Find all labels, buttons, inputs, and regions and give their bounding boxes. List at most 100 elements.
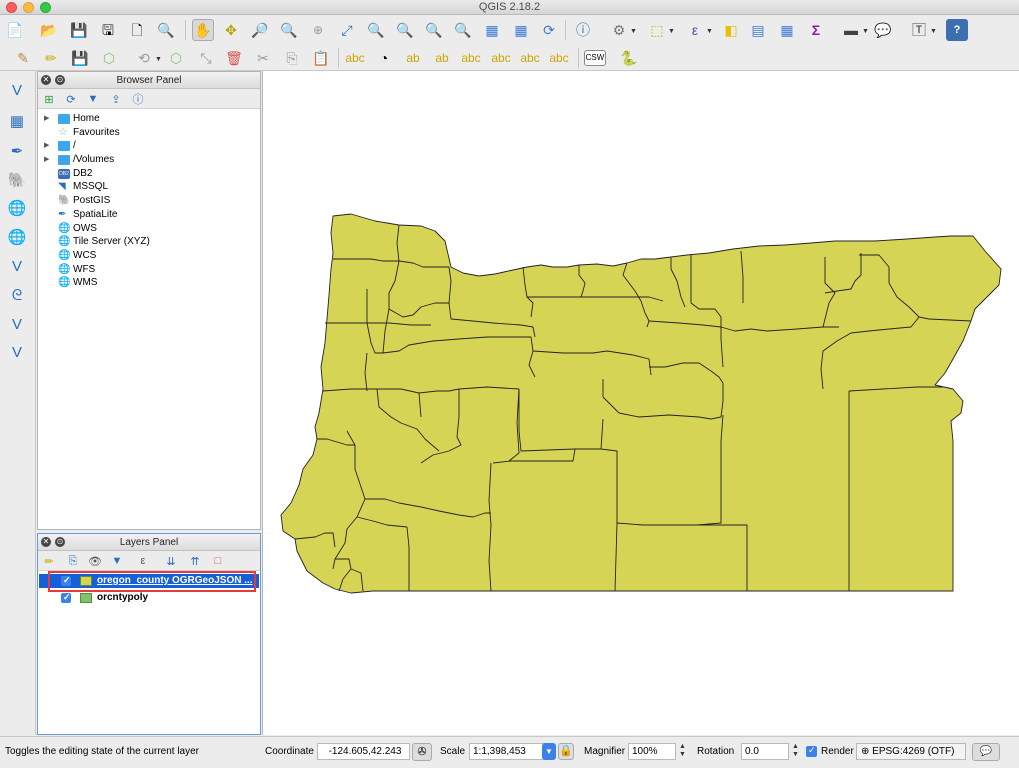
python-console-icon[interactable]: 🐍 [618, 47, 640, 69]
measure-line-icon[interactable]: ▬ [840, 19, 862, 41]
toggle-editing-icon[interactable]: ✏ [40, 47, 62, 69]
manage-visibility-icon[interactable]: 👁 [88, 554, 102, 568]
rotation-spinner-icon[interactable]: ▲ ▼ [791, 743, 800, 760]
scale-dropdown-icon[interactable]: ▼ [542, 743, 556, 760]
move-label-icon[interactable]: abc [490, 47, 512, 69]
filter-legend-icon[interactable]: ▼ [110, 554, 124, 568]
add-wms-layer-icon[interactable]: 🌐 [4, 195, 30, 221]
close-panel-icon[interactable]: ✕ [41, 537, 51, 547]
save-project-icon[interactable]: 💾 [68, 19, 90, 41]
collapse-all-icon[interactable]: ⇪ [109, 92, 123, 106]
tree-item-mssql[interactable]: ◥ MSSQL [38, 180, 260, 194]
open-project-icon[interactable]: 📂 [38, 19, 60, 41]
float-panel-icon[interactable]: ⊙ [55, 537, 65, 547]
layer-visibility-checkbox[interactable] [61, 592, 71, 603]
coordinate-field[interactable]: -124.605,42.243 [317, 743, 410, 760]
tree-item-wcs[interactable]: 🌐 WCS [38, 249, 260, 263]
paste-features-icon[interactable]: 📋 [310, 47, 332, 69]
tree-item-volumes[interactable]: ▶/Volumes [38, 153, 260, 167]
delete-selected-icon[interactable]: 🗑 [223, 47, 245, 69]
filter-icon[interactable]: ▼ [86, 92, 100, 106]
select-feature-icon[interactable]: ⬚ [646, 19, 668, 41]
zoom-in-icon[interactable]: 🔎 [249, 19, 271, 41]
crs-status-button[interactable]: ⊕ EPSG:4269 (OTF) [856, 743, 966, 760]
tree-item-postgis[interactable]: 🐘 PostGIS [38, 194, 260, 208]
tree-item-spatialite[interactable]: ✒ SpatiaLite [38, 208, 260, 222]
save-layer-edits-icon[interactable]: 💾 [69, 47, 91, 69]
zoom-native-icon[interactable]: ⊕ [307, 19, 329, 41]
float-panel-icon[interactable]: ⊙ [55, 75, 65, 85]
minimize-window-button[interactable] [23, 2, 34, 13]
deselect-icon[interactable]: ◧ [720, 19, 742, 41]
copy-features-icon[interactable]: ⎘ [281, 47, 303, 69]
move-feature-icon[interactable]: ⟲ [133, 47, 155, 69]
lock-scale-icon[interactable]: 🔒 [558, 743, 574, 760]
statistics-icon[interactable]: Σ [805, 19, 827, 41]
save-as-icon[interactable]: 🖫 [97, 19, 119, 41]
close-panel-icon[interactable]: ✕ [41, 75, 51, 85]
pan-to-selection-icon[interactable]: ✥ [220, 19, 242, 41]
magnifier-spinner-icon[interactable]: ▲ ▼ [678, 743, 687, 760]
tree-item-wms[interactable]: 🌐 WMS [38, 276, 260, 290]
composer-manager-icon[interactable]: 🔍 [155, 19, 177, 41]
tree-item-ows[interactable]: 🌐 OWS [38, 222, 260, 236]
tree-item-home[interactable]: ▶ Home [38, 112, 260, 126]
select-by-expression-icon[interactable]: ε [684, 19, 706, 41]
zoom-to-selection-icon[interactable]: 🔍 [365, 19, 387, 41]
magnifier-field[interactable]: 100% [628, 743, 676, 760]
node-tool-icon[interactable]: ⬡ [165, 47, 187, 69]
scale-field[interactable]: 1:1,398,453 [469, 743, 545, 760]
diagram-options-icon[interactable]: ◔ [373, 47, 395, 69]
new-project-icon[interactable]: 📄 [4, 19, 26, 41]
new-map-view-icon[interactable]: ▦ [481, 19, 503, 41]
change-label-icon[interactable]: abc [548, 47, 570, 69]
map-canvas[interactable] [262, 71, 1019, 735]
add-wcs-layer-icon[interactable]: 🌐 [4, 224, 30, 250]
layer-labeling-icon[interactable]: abc [344, 47, 366, 69]
current-edits-icon[interactable]: ✎ [12, 47, 34, 69]
zoom-to-layer-icon[interactable]: 🔍 [394, 19, 416, 41]
add-virtual-layer-icon[interactable]: V [4, 311, 30, 337]
highlight-pinned-labels-icon[interactable]: ab [402, 47, 424, 69]
attribute-table-icon[interactable]: ▤ [747, 19, 769, 41]
zoom-full-icon[interactable]: ⤢ [336, 19, 358, 41]
help-icon[interactable]: ? [946, 19, 968, 41]
toggle-extents-icon[interactable]: ✇ [412, 743, 432, 761]
close-window-button[interactable] [6, 2, 17, 13]
show-hide-labels-icon[interactable]: abc [460, 47, 482, 69]
layer-symbol-swatch[interactable] [80, 593, 92, 603]
new-bookmark-icon[interactable]: ▦ [510, 19, 532, 41]
expand-arrow-icon[interactable]: ▶ [44, 153, 49, 167]
remove-layer-icon[interactable]: □ [211, 554, 225, 568]
new-shapefile-layer-icon[interactable]: V [4, 339, 30, 365]
add-wfs-layer-icon[interactable]: V [4, 253, 30, 279]
add-feature-icon[interactable]: ⬡ [98, 47, 120, 69]
tree-item-xyz[interactable]: 🌐 Tile Server (XYZ) [38, 235, 260, 249]
rotate-label-icon[interactable]: abc [519, 47, 541, 69]
tree-item-db2[interactable]: DB2 DB2 [38, 167, 260, 181]
add-postgis-layer-icon[interactable]: 🐘 [4, 167, 30, 193]
render-checkbox[interactable] [806, 745, 817, 757]
map-tips-icon[interactable]: 💬 [872, 19, 894, 41]
add-spatialite-layer-icon[interactable]: ✒ [4, 138, 30, 164]
measure-icon[interactable]: ⚙ [608, 19, 630, 41]
add-selected-layers-icon[interactable]: ⊞ [42, 92, 56, 106]
expand-arrow-icon[interactable]: ▶ [44, 112, 49, 126]
zoom-out-icon[interactable]: 🔍 [278, 19, 300, 41]
csw-icon[interactable]: CSW [584, 50, 606, 66]
zoom-last-icon[interactable]: 🔍 [423, 19, 445, 41]
new-print-composer-icon[interactable]: 🗋 [126, 19, 148, 41]
add-raster-layer-icon[interactable]: ▦ [4, 108, 30, 134]
refresh-icon[interactable]: ⟳ [64, 92, 78, 106]
filter-expression-icon[interactable]: ε [136, 554, 150, 568]
node-edit-icon[interactable]: ⤡ [195, 47, 217, 69]
text-annotation-icon[interactable]: 🅃 [908, 19, 930, 41]
zoom-next-icon[interactable]: 🔍 [452, 19, 474, 41]
layer-row-orcntypoly[interactable]: orcntypoly [39, 591, 259, 605]
messages-icon[interactable]: 💬 [972, 743, 1000, 761]
expand-all-icon[interactable]: ⇊ [164, 554, 178, 568]
tree-item-favourites[interactable]: ☆ Favourites [38, 126, 260, 140]
expand-arrow-icon[interactable]: ▶ [44, 139, 49, 153]
add-delimited-text-icon[interactable]: ᘓ [4, 282, 30, 308]
tree-item-root[interactable]: ▶ / [38, 139, 260, 153]
